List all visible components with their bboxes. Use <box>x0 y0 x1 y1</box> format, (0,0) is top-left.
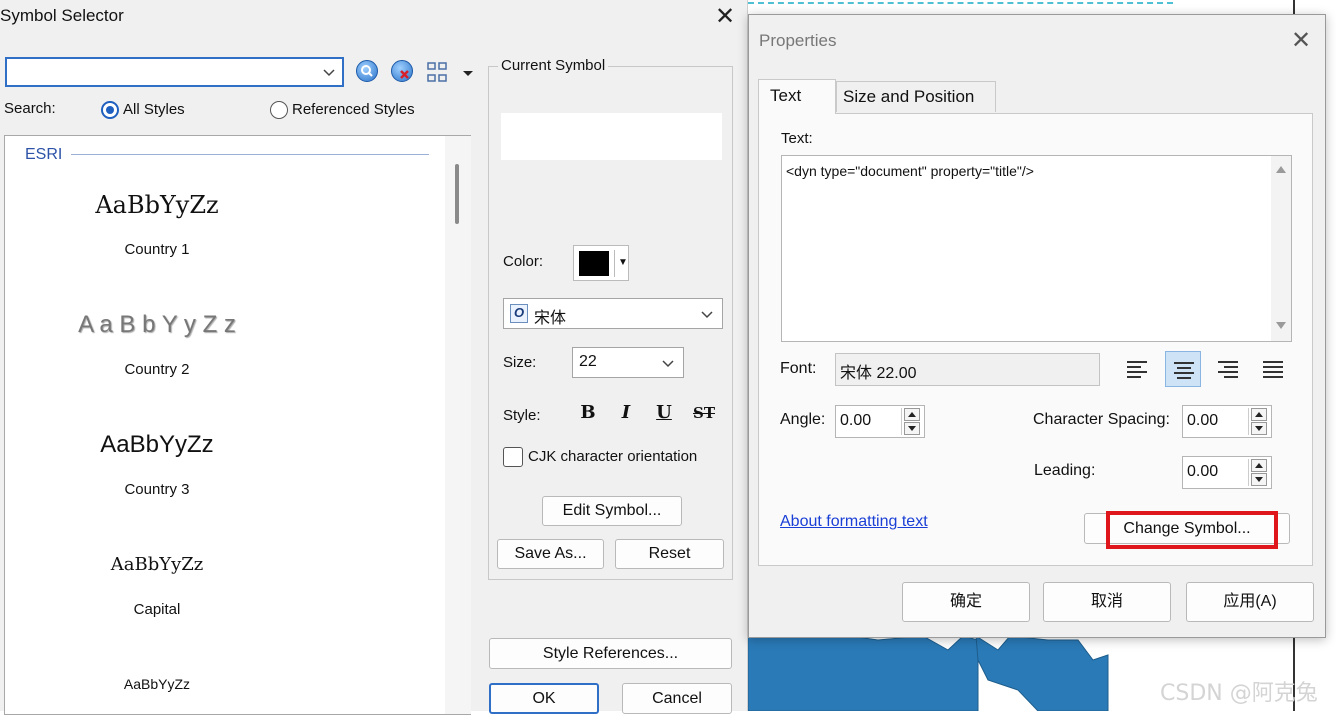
font-display: 宋体 22.00 <box>835 353 1100 386</box>
clear-search-icon[interactable] <box>391 60 417 86</box>
cancel-button[interactable]: Cancel <box>622 683 732 714</box>
style-label: Style: <box>503 407 541 424</box>
font-name: 宋体 <box>534 310 567 327</box>
current-symbol-label: Current Symbol <box>498 57 609 74</box>
leading-spinner[interactable]: 0.00 <box>1182 456 1272 489</box>
leading-label: Leading: <box>1034 462 1096 479</box>
angle-spinner[interactable]: 0.00 <box>835 405 925 438</box>
symbol-sample[interactable]: AaBbYyZz <box>7 431 307 459</box>
angle-label: Angle: <box>780 411 826 428</box>
cjk-orientation-label: CJK character orientation <box>528 448 698 465</box>
size-label: Size: <box>503 354 537 371</box>
symbol-name[interactable]: Capital <box>7 601 307 618</box>
underline-button[interactable]: U <box>649 398 679 428</box>
confirm-button[interactable]: 确定 <box>902 582 1030 622</box>
angle-value: 0.00 <box>840 412 872 429</box>
character-spacing-label: Character Spacing: <box>1033 411 1170 428</box>
strikethrough-button[interactable]: ST <box>689 398 719 428</box>
symbol-sample[interactable]: AaBbYyZz <box>7 554 307 575</box>
ok-button[interactable]: OK <box>489 683 599 714</box>
group-header: ESRI <box>25 146 63 163</box>
increment-icon[interactable] <box>904 408 920 421</box>
text-label: Text: <box>781 130 813 147</box>
dropdown-arrow-icon: ▼ <box>618 257 628 268</box>
font-label: Font: <box>780 360 817 377</box>
scroll-thumb[interactable] <box>455 164 459 224</box>
symbol-sample[interactable]: AaBbYyZz <box>7 676 307 692</box>
italic-button[interactable]: I <box>611 398 641 428</box>
edit-symbol-button[interactable]: Edit Symbol... <box>542 496 682 526</box>
decrement-icon[interactable] <box>1251 422 1267 435</box>
search-combobox[interactable] <box>5 57 344 87</box>
scroll-down-icon[interactable] <box>1276 322 1286 329</box>
search-label: Search: <box>4 100 56 117</box>
tab-size-and-position[interactable]: Size and Position <box>836 81 996 112</box>
cancel-button[interactable]: 取消 <box>1043 582 1171 622</box>
symbol-preview <box>501 113 722 160</box>
character-spacing-value: 0.00 <box>1187 412 1219 429</box>
scroll-up-icon[interactable] <box>1276 166 1286 173</box>
color-label: Color: <box>503 253 544 270</box>
referenced-styles-radio[interactable] <box>270 101 288 119</box>
close-icon[interactable]: ✕ <box>1287 27 1315 55</box>
list-scrollbar[interactable] <box>445 136 471 714</box>
referenced-styles-label: Referenced Styles <box>292 101 415 118</box>
symbol-sample[interactable]: AaBbYyZz <box>7 191 307 219</box>
group-divider <box>71 154 429 155</box>
leading-value: 0.00 <box>1187 463 1219 480</box>
textarea-scrollbar[interactable] <box>1271 156 1291 341</box>
decrement-icon[interactable] <box>1251 473 1267 486</box>
color-swatch <box>579 251 609 276</box>
dialog-title: Properties <box>759 31 837 50</box>
align-justify-icon[interactable] <box>1255 351 1291 387</box>
increment-icon[interactable] <box>1251 459 1267 472</box>
map-dashed-line <box>748 2 1173 4</box>
chevron-down-icon <box>662 360 674 368</box>
search-input[interactable] <box>7 59 307 85</box>
align-left-icon[interactable] <box>1119 351 1155 387</box>
all-styles-label: All Styles <box>123 101 185 118</box>
symbol-name[interactable]: Country 1 <box>7 241 307 258</box>
character-spacing-spinner[interactable]: 0.00 <box>1182 405 1272 438</box>
watermark: CSDN @阿克兔 <box>1160 681 1318 706</box>
increment-icon[interactable] <box>1251 408 1267 421</box>
cjk-orientation-checkbox[interactable] <box>503 447 523 467</box>
style-references-button[interactable]: Style References... <box>489 638 732 669</box>
size-value: 22 <box>579 353 597 370</box>
color-picker-button[interactable]: ▼ <box>573 245 629 281</box>
opentype-font-icon: O <box>510 304 528 323</box>
bold-button[interactable]: B <box>573 398 603 428</box>
properties-dialog: Properties ✕ Text Size and Position Text… <box>748 14 1326 638</box>
chevron-down-icon <box>701 311 713 319</box>
chevron-down-icon[interactable] <box>322 63 336 81</box>
reset-button[interactable]: Reset <box>615 539 724 569</box>
all-styles-radio[interactable] <box>101 101 119 119</box>
font-select[interactable]: O 宋体 <box>503 298 723 329</box>
size-select[interactable]: 22 <box>572 347 684 378</box>
text-value: <dyn type="document" property="title"/> <box>786 163 1034 179</box>
search-icon[interactable] <box>356 60 382 86</box>
align-center-icon[interactable] <box>1165 351 1201 387</box>
save-as-button[interactable]: Save As... <box>497 539 604 569</box>
tab-text[interactable]: Text <box>758 79 836 114</box>
highlight-box <box>1106 511 1278 549</box>
window-title: Symbol Selector <box>0 6 124 25</box>
symbol-list[interactable]: ESRI AaBbYyZz Country 1 A a B b Y y Z z … <box>4 135 471 715</box>
view-options-icon[interactable] <box>426 60 473 86</box>
apply-button[interactable]: 应用(A) <box>1186 582 1314 622</box>
text-input[interactable]: <dyn type="document" property="title"/> <box>781 155 1292 342</box>
symbol-sample[interactable]: A a B b Y y Z z <box>7 311 307 339</box>
decrement-icon[interactable] <box>904 422 920 435</box>
symbol-selector-window: Symbol Selector ✕ Search: All Styles Ref… <box>0 0 748 715</box>
align-right-icon[interactable] <box>1210 351 1246 387</box>
symbol-name[interactable]: Country 3 <box>7 481 307 498</box>
close-icon[interactable]: ✕ <box>711 3 739 31</box>
about-formatting-link[interactable]: About formatting text <box>780 513 928 531</box>
symbol-name[interactable]: Country 2 <box>7 361 307 378</box>
